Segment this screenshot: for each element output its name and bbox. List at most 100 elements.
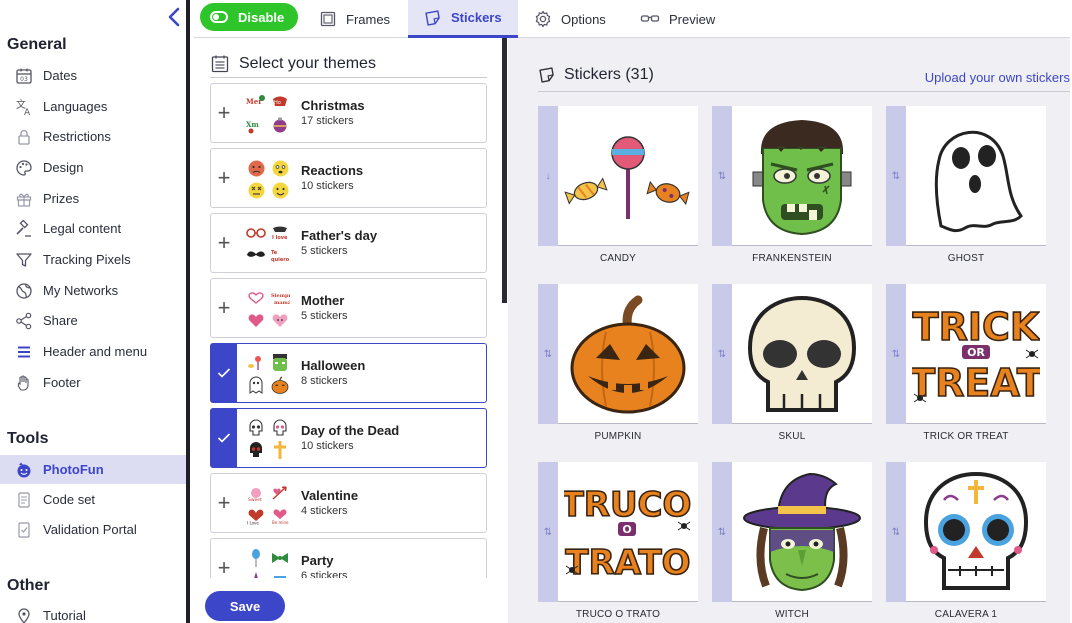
add-theme-button[interactable]: + <box>211 84 237 142</box>
hand-icon <box>14 373 34 393</box>
sticker-thumb-icon <box>270 310 290 330</box>
selected-check-button[interactable] <box>211 409 237 467</box>
sidebar-item-restrictions[interactable]: Restrictions <box>0 122 190 151</box>
sticker-witch[interactable]: ⇅ WITCH <box>712 462 872 620</box>
sticker-thumb-icon: I Love <box>246 504 266 525</box>
sidebar-item-footer[interactable]: Footer <box>0 368 190 397</box>
drag-handle-icon[interactable]: ⇅ <box>538 462 558 602</box>
selected-check-button[interactable] <box>211 344 237 402</box>
sidebar-item-my-networks[interactable]: My Networks <box>0 276 190 305</box>
sidebar-item-design[interactable]: Design <box>0 153 190 182</box>
sticker-thumb-icon: Te quiero <box>270 245 290 265</box>
sticker-frankenstein[interactable]: ⇅ FRANKENSTEIN <box>712 106 872 264</box>
section-title-general: General <box>7 36 67 53</box>
tab-frames[interactable]: Frames <box>319 0 398 38</box>
theme-thumbnails <box>246 158 292 200</box>
sidebar-item-validation-portal[interactable]: Validation Portal <box>0 515 190 544</box>
tab-preview[interactable]: Preview <box>640 0 715 38</box>
drag-handle-icon[interactable]: ⇅ <box>712 106 732 246</box>
sticker-thumb-icon <box>270 548 290 568</box>
filter-icon <box>14 250 34 270</box>
add-theme-button[interactable]: + <box>211 539 237 578</box>
sticker-trick-or-treat[interactable]: ⇅ TRICK OR TREAT TRICK OR TREAT <box>886 284 1046 442</box>
sticker-thumb-icon <box>246 570 266 578</box>
theme-card-christmas[interactable]: + Mer Ho Xm Christmas 17 stickers <box>210 83 487 143</box>
sidebar-item-legal-content[interactable]: Legal content <box>0 214 190 243</box>
save-button[interactable]: Save <box>205 591 285 621</box>
sticker-thumb-icon <box>270 158 290 178</box>
sidebar-item-label: My Networks <box>43 283 119 298</box>
collapse-sidebar-button[interactable] <box>163 6 185 28</box>
sidebar-item-share[interactable]: Share <box>0 306 190 335</box>
sidebar-item-photofun[interactable]: PhotoFun <box>0 455 190 484</box>
sidebar-item-dates[interactable]: 03 Dates <box>0 61 190 90</box>
theme-card-halloween[interactable]: Halloween 8 stickers <box>210 343 487 403</box>
sidebar-item-prizes[interactable]: Prizes <box>0 184 190 213</box>
or-text: OR <box>967 346 985 359</box>
theme-name: Halloween <box>301 358 366 373</box>
theme-card-fathers-day[interactable]: + I love Te quiero Father's day 5 sticker… <box>210 213 487 273</box>
sidebar-item-label: Restrictions <box>43 129 111 144</box>
theme-card-valentine[interactable]: + Sweet I Love Be mine Valentine 4 stick… <box>210 473 487 533</box>
sidebar-item-label: Prizes <box>43 191 80 206</box>
theme-card-party[interactable]: + Party 6 stickers <box>210 538 487 578</box>
theme-card-reactions[interactable]: + Reactions 10 stickers <box>210 148 487 208</box>
sidebar-item-label: Code set <box>43 492 96 507</box>
sticker-ghost[interactable]: ⇅ GHOST <box>886 106 1046 264</box>
themes-scrollbar[interactable] <box>502 38 507 303</box>
add-theme-button[interactable]: + <box>211 279 237 337</box>
portal-icon <box>14 520 34 540</box>
sidebar-item-languages[interactable]: 文A Languages <box>0 92 190 121</box>
upload-stickers-link[interactable]: Upload your own stickers <box>925 70 1070 85</box>
drag-handle-icon[interactable]: ⇅ <box>538 284 558 424</box>
tab-stickers[interactable]: Stickers <box>408 0 518 38</box>
drag-handle-icon[interactable]: ⇅ <box>712 284 732 424</box>
add-theme-button[interactable]: + <box>211 214 237 272</box>
themes-header: Select your themes <box>210 51 487 78</box>
candy-image <box>558 106 698 246</box>
stickers-title-text: Stickers (31) <box>564 66 654 83</box>
o-text: O <box>622 523 631 536</box>
add-theme-button[interactable]: + <box>211 474 237 532</box>
sidebar-scrollbar[interactable] <box>186 175 190 623</box>
sticker-thumb-icon <box>246 288 266 308</box>
globe-icon <box>14 281 34 301</box>
sidebar-item-code-set[interactable]: Code set <box>0 485 190 514</box>
sticker-thumb-icon: Xm <box>246 115 266 135</box>
theme-card-mother[interactable]: + Siempremamá Mother 5 stickers <box>210 278 487 338</box>
sticker-label: CALAVERA 1 <box>934 609 998 620</box>
drag-handle-icon[interactable]: ⇅ <box>886 284 906 424</box>
theme-card-day-of-the-dead[interactable]: Day of the Dead 10 stickers <box>210 408 487 468</box>
sticker-pumpkin[interactable]: ⇅ PUMPKIN <box>538 284 698 442</box>
tab-options[interactable]: Options <box>534 0 606 38</box>
sticker-skul[interactable]: ⇅ SKUL <box>712 284 872 442</box>
add-theme-button[interactable]: + <box>211 149 237 207</box>
sidebar-item-header-and-menu[interactable]: Header and menu <box>0 337 190 366</box>
theme-thumbnails <box>246 418 292 460</box>
sidebar-item-tutorial[interactable]: Tutorial <box>0 601 190 623</box>
drag-handle-icon[interactable]: ⇅ <box>886 462 906 602</box>
drag-handle-icon[interactable]: ⇅ <box>712 462 732 602</box>
disable-toggle-button[interactable]: Disable <box>200 3 298 31</box>
svg-text:I Love: I Love <box>247 520 259 525</box>
sticker-calavera-1[interactable]: ⇅ CALAVERA 1 <box>886 462 1046 620</box>
theme-count: 5 stickers <box>301 310 348 322</box>
chevron-left-icon <box>168 7 180 27</box>
svg-text:A: A <box>24 108 31 116</box>
sidebar-item-label: Validation Portal <box>43 522 137 537</box>
drag-handle-icon[interactable]: ⇅ <box>886 106 906 246</box>
sticker-candy[interactable]: ↓ CANDY <box>538 106 698 264</box>
sticker-thumb-icon: Sweet <box>246 483 266 502</box>
drag-handle-icon[interactable]: ↓ <box>538 106 558 246</box>
sidebar-item-tracking-pixels[interactable]: Tracking Pixels <box>0 245 190 274</box>
stickers-title: Stickers (31) <box>538 66 654 84</box>
sticker-truco-o-trato[interactable]: ⇅ TRUCO O TRATO TRUCO O TRATO <box>538 462 698 620</box>
theme-thumbnails: Mer Ho Xm <box>246 93 292 135</box>
sticker-thumb-icon <box>246 180 266 200</box>
stickers-header: Stickers (31) Upload your own stickers <box>538 62 1070 92</box>
sticker-label: GHOST <box>947 253 985 264</box>
theme-name: Party <box>301 553 334 568</box>
theme-count: 17 stickers <box>301 115 354 127</box>
sidebar-item-label: Legal content <box>43 221 122 236</box>
sticker-thumb-icon <box>246 158 266 178</box>
